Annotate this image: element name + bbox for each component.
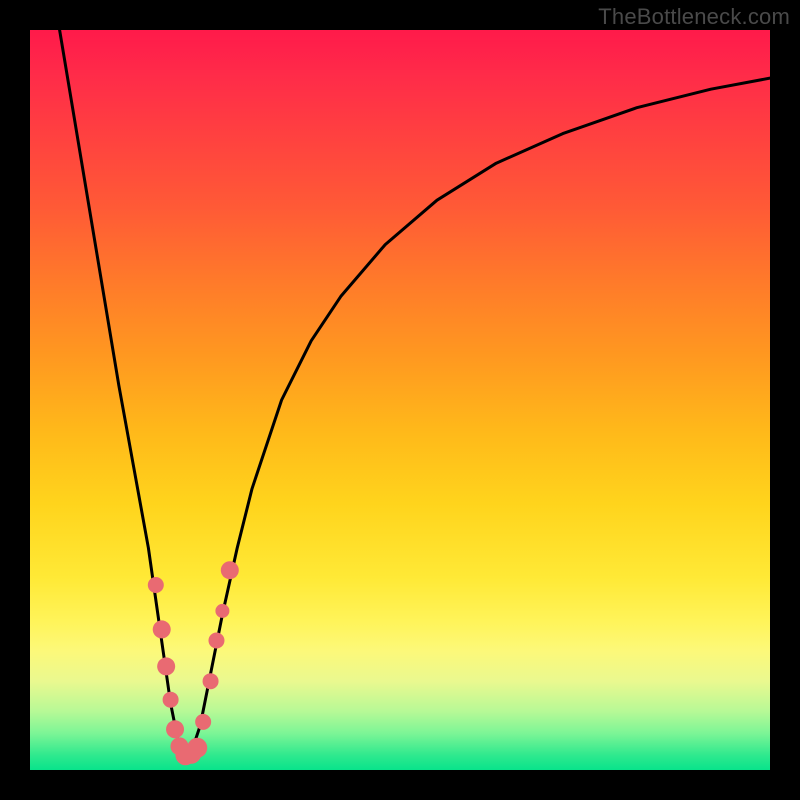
marker-dot bbox=[215, 604, 229, 618]
marker-dot bbox=[187, 738, 207, 758]
marker-dot bbox=[166, 720, 184, 738]
chart-frame: TheBottleneck.com bbox=[0, 0, 800, 800]
bottleneck-curve-path bbox=[60, 30, 770, 755]
marker-dot bbox=[148, 577, 164, 593]
marker-dot bbox=[153, 620, 171, 638]
marker-dot bbox=[163, 692, 179, 708]
marker-cluster bbox=[148, 561, 239, 765]
plot-area bbox=[30, 30, 770, 770]
marker-dot bbox=[203, 673, 219, 689]
marker-dot bbox=[208, 633, 224, 649]
chart-svg bbox=[30, 30, 770, 770]
marker-dot bbox=[221, 561, 239, 579]
bottleneck-curve bbox=[60, 30, 770, 755]
marker-dot bbox=[195, 714, 211, 730]
watermark-text: TheBottleneck.com bbox=[598, 4, 790, 30]
marker-dot bbox=[157, 657, 175, 675]
